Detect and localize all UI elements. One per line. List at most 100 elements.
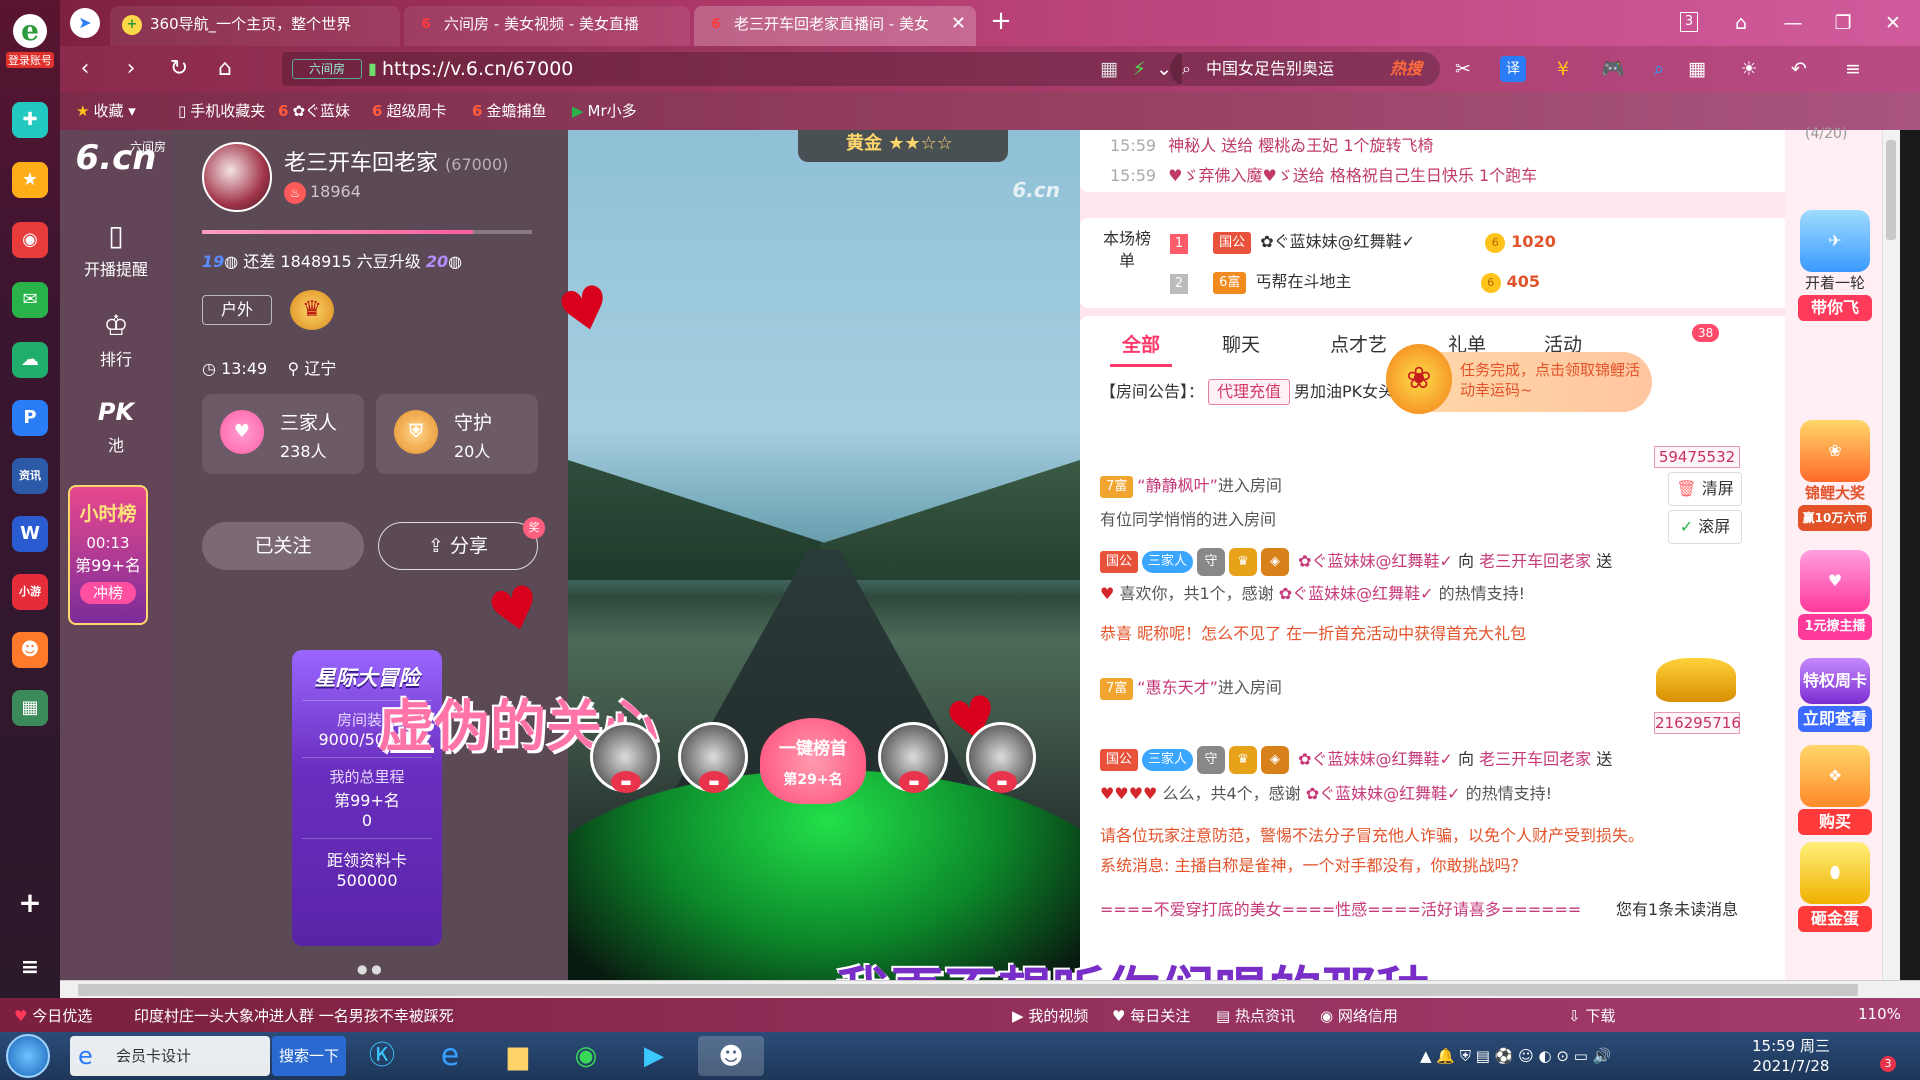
gifter-avatar-2[interactable]: ▬	[678, 722, 748, 793]
coupon-icon[interactable]: ¥	[1550, 56, 1576, 82]
family-card[interactable]: ♥ 三家人 238人	[202, 394, 364, 474]
close-icon[interactable]: ✕	[951, 6, 966, 42]
nav-ranking[interactable]: ♔ 排行	[60, 306, 172, 370]
page-horizontal-scrollbar[interactable]	[60, 980, 1920, 998]
tab-6room[interactable]: 6 六间房 - 美女视频 - 美女直播	[404, 6, 690, 46]
taskbar-app-k[interactable]: Ⓚ	[352, 1036, 412, 1076]
menu-icon[interactable]: ≡	[1840, 56, 1866, 82]
task-complete-tip[interactable]: ❀ 任务完成，点击领取锦鲤活动幸运码~	[1386, 344, 1652, 414]
bookmark-mobile[interactable]: ▯ 手机收藏夹	[178, 100, 265, 122]
news-app-icon[interactable]: 资讯	[12, 458, 48, 494]
brightness-icon[interactable]: ☀	[1736, 56, 1762, 82]
back-icon[interactable]: ‹	[70, 54, 100, 84]
nav-pk-pool[interactable]: PK 池	[60, 392, 172, 456]
qr-icon[interactable]: ▦	[1100, 52, 1118, 86]
one-key-top-button[interactable]: 一键榜首 第29+名	[760, 718, 866, 804]
taskbar-ie[interactable]: e	[420, 1036, 480, 1076]
one-yuan-button[interactable]: 1元撩主播	[1798, 614, 1872, 640]
tab-live-room[interactable]: 6 老三开车回老家直播间 - 美女 ✕	[694, 6, 976, 46]
koi-prize-button[interactable]: 赢10万六币	[1798, 505, 1872, 531]
rank-row-2[interactable]: 2 6富 丐帮在斗地主 6 405	[1170, 270, 1540, 294]
follow-button[interactable]: 已关注	[202, 522, 364, 570]
smash-egg-button[interactable]: 砸金蛋	[1798, 906, 1872, 932]
close-window-icon[interactable]: ✕	[1880, 10, 1906, 36]
guard-card[interactable]: ⛨ 守护 20人	[376, 394, 538, 474]
buy-button[interactable]: 购买	[1798, 809, 1872, 835]
today-picks[interactable]: ♥ 今日优选	[14, 1005, 92, 1026]
share-button[interactable]: ⇪ 分享 奖	[378, 517, 545, 570]
bookmark-weekcard[interactable]: 6 超级周卡	[372, 100, 446, 122]
taskbar-folder[interactable]: ▆	[488, 1036, 548, 1076]
tab-talent[interactable]: 点才艺	[1330, 330, 1387, 357]
apps-grid-icon[interactable]: ▦	[1684, 56, 1710, 82]
scroll-screen-button[interactable]: ✓ 有位同学悄悄的进入房间滚屏	[1668, 510, 1742, 544]
gamepad-icon[interactable]: 🎮	[1600, 56, 1626, 82]
tab-360[interactable]: + 360导航_一个主页，整个世界	[110, 6, 400, 46]
clock[interactable]: 15:59 周三 2021/7/28	[1752, 1036, 1830, 1076]
add-app-icon[interactable]: +	[12, 885, 48, 921]
notification-badge[interactable]: 3	[1880, 1056, 1896, 1072]
weibo-icon[interactable]: ◉	[12, 222, 48, 258]
translate-icon[interactable]: 译	[1500, 56, 1526, 82]
start-button[interactable]	[6, 1034, 50, 1078]
mail-icon[interactable]: ✉	[12, 282, 48, 318]
browser-plane-icon[interactable]: ➤	[70, 8, 100, 38]
activity-fly[interactable]: ✈ 开着一轮 带你飞	[1795, 210, 1875, 321]
restore-icon[interactable]: ❐	[1830, 10, 1856, 36]
activity-buy[interactable]: ❖ 购买	[1795, 745, 1875, 835]
take-you-fly-button[interactable]: 带你飞	[1798, 295, 1872, 321]
tab-counter[interactable]: 3	[1680, 12, 1698, 32]
status-daily-focus[interactable]: ♥ 每日关注	[1112, 1005, 1190, 1026]
activity-weekcard[interactable]: 特权周卡 立即查看	[1795, 658, 1875, 732]
agent-recharge-button[interactable]: 代理充值	[1208, 379, 1291, 405]
tab-chat[interactable]: 聊天	[1222, 330, 1260, 357]
lightning-icon[interactable]: ⚡	[1133, 52, 1146, 86]
tab-all[interactable]: 全部	[1122, 330, 1160, 357]
host-avatar[interactable]	[202, 142, 272, 212]
site-logo[interactable]: 6.cn 六间房	[60, 138, 172, 178]
game-app-icon[interactable]: 小游	[12, 574, 48, 610]
cloud-icon[interactable]: ☁	[12, 342, 48, 378]
taskbar-search-button[interactable]: 搜索一下	[272, 1036, 346, 1076]
unread-message-tip[interactable]: 您有1条未读消息	[1610, 892, 1745, 924]
forward-icon[interactable]: ›	[116, 54, 146, 84]
find-icon[interactable]: ⌕	[1646, 56, 1672, 82]
bookmark-fishing[interactable]: 6 金蟾捕鱼	[472, 100, 546, 122]
news-ticker[interactable]: 印度村庄一头大象冲进人群 一名男孩不幸被踩死	[134, 1005, 454, 1026]
trophy-icon[interactable]: ♛	[290, 290, 334, 330]
home-icon[interactable]: ⌂	[210, 54, 240, 84]
zoom-level[interactable]: 110%	[1858, 1005, 1901, 1023]
page-vertical-scrollbar[interactable]	[1882, 130, 1900, 980]
gifter-avatar-4[interactable]: ▬	[966, 722, 1036, 793]
taskbar-app-cat[interactable]: ☻	[698, 1036, 764, 1076]
treasure-app-icon[interactable]: ☻	[12, 632, 48, 668]
p-app-icon[interactable]: P	[12, 400, 48, 436]
hour-rank-button[interactable]: 冲榜	[80, 582, 136, 604]
taskbar-player[interactable]: ▶	[624, 1036, 684, 1076]
activity-golden-egg[interactable]: ⬮ 砸金蛋	[1795, 842, 1875, 932]
status-credit[interactable]: ◉ 网络信用	[1320, 1005, 1398, 1026]
bookmark-mrxiaoduo[interactable]: ▶ Mr小多	[572, 100, 637, 122]
hour-rank-widget[interactable]: 小时榜 00:13 第99+名 冲榜	[68, 485, 148, 625]
refresh-icon[interactable]: ↻	[164, 54, 194, 84]
scissors-icon[interactable]: ✂	[1450, 56, 1476, 82]
status-my-video[interactable]: ▶ 我的视频	[1012, 1005, 1088, 1026]
taskbar-app-card-design[interactable]: e 会员卡设计	[70, 1036, 270, 1076]
new-tab-button[interactable]: +	[986, 6, 1016, 36]
carousel-dots[interactable]: ● ●	[357, 962, 382, 976]
clear-screen-button[interactable]: 🗑 清屏	[1668, 472, 1742, 506]
star-favorites-icon[interactable]: ★	[12, 162, 48, 198]
bookmark-lanmei[interactable]: 6 ✿ぐ蓝妹	[278, 100, 350, 122]
activity-1yuan[interactable]: ♥ 1元撩主播	[1795, 550, 1875, 640]
menu-list-icon[interactable]: ≡	[12, 950, 48, 986]
video-player[interactable]: 黄金 ★★☆☆ 6.cn	[568, 130, 1080, 980]
undo-icon[interactable]: ↶	[1786, 56, 1812, 82]
minimize-icon[interactable]: —	[1780, 10, 1806, 36]
map-app-icon[interactable]: ▦	[12, 690, 48, 726]
search-input[interactable]: ⌕ 中国女足告别奥运 热搜	[1170, 52, 1440, 86]
shirt-icon[interactable]: ⌂	[1728, 10, 1754, 36]
gifter-avatar-3[interactable]: ▬	[878, 722, 948, 793]
plus-app-icon[interactable]: ✚	[12, 102, 48, 138]
tray-icons[interactable]: ▲ 🔔 ⛨ ▤ ⚽ ☺ ◐ ⊙ ▭ 🔊	[1420, 1046, 1611, 1066]
gifter-avatar-1[interactable]: ▬	[590, 722, 660, 793]
